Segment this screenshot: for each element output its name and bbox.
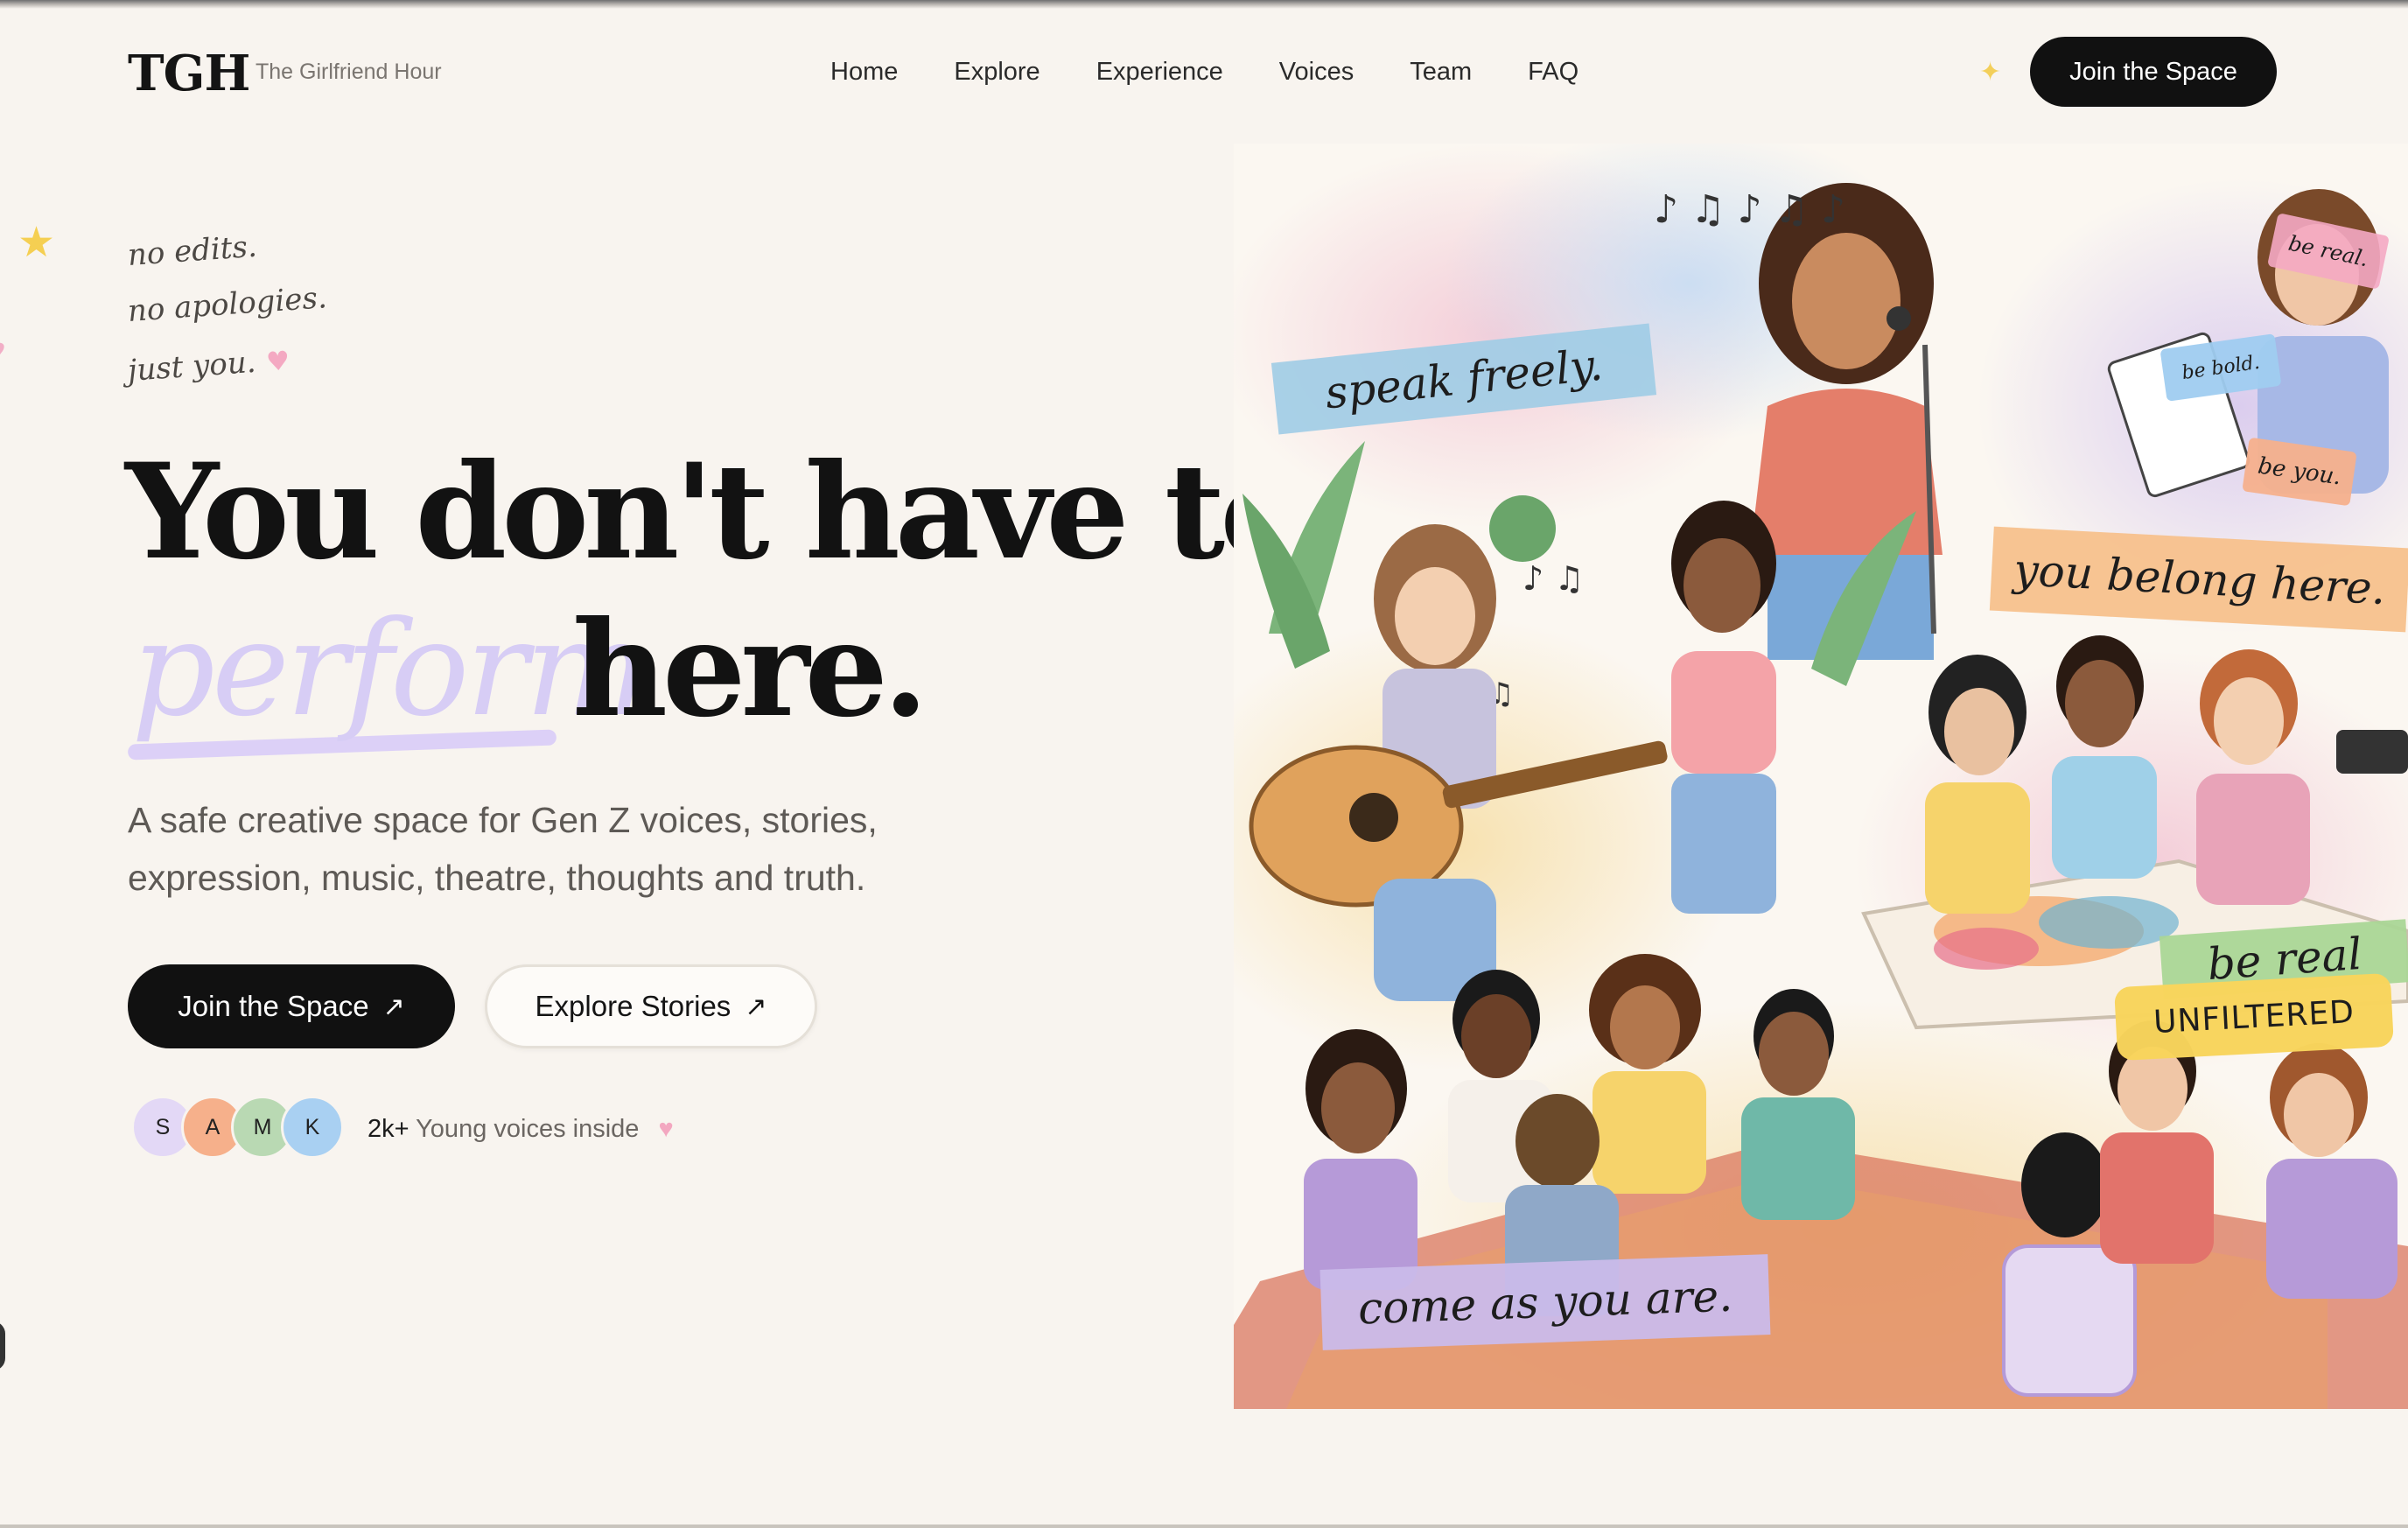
tagline-no-apologies: no apologies. <box>126 280 328 329</box>
heart-icon: ♥ <box>0 334 6 368</box>
heart-icon: ♥ <box>265 346 291 378</box>
community-count: 2k+ Young voices inside ♥ <box>368 1113 674 1145</box>
explore-stories-button[interactable]: Explore Stories ↗ <box>485 964 817 1048</box>
avatar: K <box>281 1096 344 1159</box>
hero-illustration: ♪ ♫ ♪ ♫ ♪ ♪ ♫ ♫ speak freely. be real. b… <box>1234 144 2408 1409</box>
nav-join-button[interactable]: Join the Space <box>2030 37 2277 107</box>
label-unfiltered: UNFILTERED <box>2114 972 2394 1062</box>
brand-logo[interactable]: TGH <box>128 46 250 102</box>
hero-subtitle-line1: A safe creative space for Gen Z voices, … <box>128 800 878 840</box>
page-footer-area <box>0 1409 2408 1528</box>
star-icon: ★ <box>18 220 56 266</box>
hero-subtitle-line2: expression, music, theatre, thoughts and… <box>128 858 866 898</box>
nav-experience[interactable]: Experience <box>1096 56 1223 88</box>
tagline-no-edits: no edits. <box>126 228 258 273</box>
nav-explore[interactable]: Explore <box>954 56 1040 88</box>
top <box>1750 389 1942 555</box>
illustration-art: ♪ ♫ ♪ ♫ ♪ ♪ ♫ ♫ <box>1234 144 2408 1409</box>
face <box>1792 233 1900 369</box>
nav-team[interactable]: Team <box>1410 56 1472 88</box>
explore-stories-label: Explore Stories <box>535 990 732 1022</box>
heart-icon: ♥ <box>658 1115 674 1143</box>
scroll-handle[interactable] <box>0 1321 5 1370</box>
nav-faq[interactable]: FAQ <box>1528 56 1578 88</box>
sparkle-icon[interactable]: ✦ <box>1979 58 2001 88</box>
label-come-as-you-are: come as you are. <box>1320 1254 1771 1350</box>
community-label: Young voices inside <box>416 1115 640 1143</box>
nav-home[interactable]: Home <box>830 56 898 88</box>
hero-headline-line1: You don't have to <box>125 435 1307 589</box>
tagline-just-you-text: just you. <box>126 344 257 389</box>
main-nav: Home Explore Experience Voices Team FAQ <box>830 56 1634 88</box>
hero-headline-accent: perform <box>131 593 649 746</box>
arrow-up-right-icon: ↗ <box>382 992 405 1021</box>
arrow-up-right-icon: ↗ <box>745 992 767 1021</box>
join-space-button[interactable]: Join the Space ↗ <box>128 964 455 1048</box>
nav-voices[interactable]: Voices <box>1279 56 1354 88</box>
svg-text:♪ ♫: ♪ ♫ <box>1522 559 1584 598</box>
hero-headline-line2: here. <box>572 592 928 746</box>
brand-name[interactable]: The Girlfriend Hour <box>256 59 442 85</box>
community-number: 2k+ <box>368 1115 410 1143</box>
divider <box>0 1524 2408 1528</box>
join-space-label: Join the Space <box>178 990 369 1022</box>
window-top-edge <box>0 0 2408 9</box>
microphone <box>1886 306 1911 331</box>
hero-subtitle: A safe creative space for Gen Z voices, … <box>128 791 1003 907</box>
tagline-just-you: just you. ♥ <box>127 342 291 390</box>
svg-text:♪ ♫ ♪ ♫ ♪: ♪ ♫ ♪ ♫ ♪ <box>1654 187 1845 232</box>
